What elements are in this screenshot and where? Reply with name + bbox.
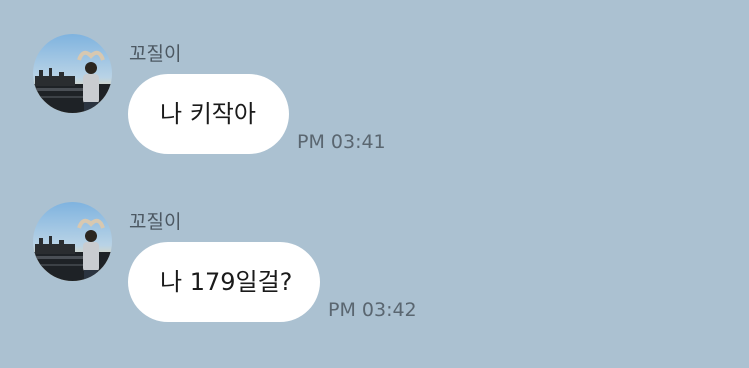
sender-name: 꼬질이 <box>129 43 182 65</box>
message-timestamp: PM 03:42 <box>328 299 417 321</box>
chat-message: 꼬질이 나 키작아 PM 03:41 <box>0 34 749 184</box>
avatar[interactable] <box>33 34 112 113</box>
avatar[interactable] <box>33 202 112 281</box>
message-bubble[interactable]: 나 키작아 <box>128 74 289 154</box>
chat-message: 꼬질이 나 179일걸? PM 03:42 <box>0 202 749 352</box>
avatar-photo-icon <box>33 34 112 113</box>
message-bubble[interactable]: 나 179일걸? <box>128 242 320 322</box>
sender-name: 꼬질이 <box>129 211 182 233</box>
avatar-photo-icon <box>33 202 112 281</box>
message-timestamp: PM 03:41 <box>297 131 386 153</box>
